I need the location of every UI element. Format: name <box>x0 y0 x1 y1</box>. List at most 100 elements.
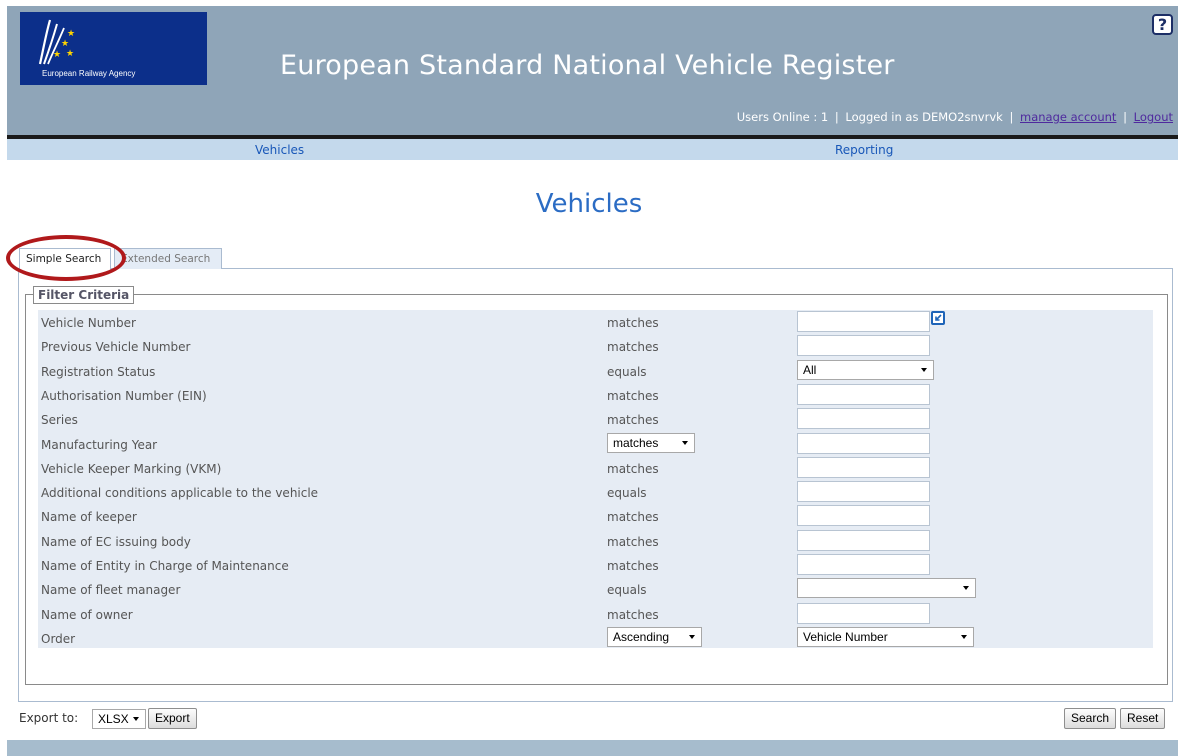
export-format-select[interactable]: XLSX <box>92 709 146 729</box>
order-direction-select[interactable]: Ascending <box>607 626 702 647</box>
logged-in-text: Logged in as DEMO2snvrvk <box>845 110 1003 124</box>
svg-text:★: ★ <box>61 39 69 49</box>
filter-row-previous-vehicle-number: Previous Vehicle Number matches <box>38 334 1153 358</box>
chevron-down-icon <box>963 586 969 591</box>
previous-vehicle-number-input[interactable] <box>797 335 930 357</box>
filter-operator: matches <box>607 388 659 403</box>
order-field-select[interactable]: Vehicle Number <box>797 626 974 647</box>
ec-issuing-body-input[interactable] <box>797 529 930 551</box>
series-input[interactable] <box>797 408 930 430</box>
user-status-bar: Users Online : 1 | Logged in as DEMO2snv… <box>737 110 1173 124</box>
ecm-input[interactable] <box>797 554 930 575</box>
name-of-owner-input[interactable] <box>797 602 930 624</box>
vehicle-number-input[interactable] <box>797 311 930 332</box>
export-label: Export to: <box>19 711 79 725</box>
filter-operator: matches <box>607 461 659 476</box>
footer-bar <box>7 740 1178 756</box>
select-value: Ascending <box>613 629 670 644</box>
header-banner: ★ ★ ★ ★ European Railway Agency European… <box>7 6 1178 135</box>
filter-row-vkm: Vehicle Keeper Marking (VKM) matches <box>38 456 1153 480</box>
filter-row-fleet-manager: Name of fleet manager equals <box>38 577 1153 601</box>
logo-caption: European Railway Agency <box>42 69 136 78</box>
filter-label: Authorisation Number (EIN) <box>41 388 207 403</box>
filter-criteria-table: Vehicle Number matches Previous Vehicle … <box>38 310 1153 648</box>
era-swoosh-icon: ★ ★ ★ ★ <box>38 19 75 65</box>
page-title: Vehicles <box>535 189 643 219</box>
filter-operator: matches <box>607 413 659 428</box>
filter-row-registration-status: Registration Status equals All <box>38 359 1153 383</box>
era-logo: ★ ★ ★ ★ European Railway Agency <box>20 12 207 85</box>
reset-button[interactable]: Reset <box>1120 708 1166 729</box>
svg-text:★: ★ <box>66 49 74 59</box>
manufacturing-year-operator-select[interactable]: matches <box>607 432 695 453</box>
search-button[interactable]: Search <box>1064 708 1117 729</box>
filter-label: Vehicle Number <box>41 316 136 330</box>
filter-row-vehicle-number: Vehicle Number matches <box>38 310 1153 334</box>
svg-text:★: ★ <box>53 50 61 60</box>
filter-label: Additional conditions applicable to the … <box>41 486 319 501</box>
filter-row-order: Order Ascending Vehicle Number <box>38 626 1153 650</box>
picker-icon[interactable] <box>931 311 945 325</box>
filter-row-ec-issuing-body: Name of EC issuing body matches <box>38 529 1153 553</box>
app-title: European Standard National Vehicle Regis… <box>280 50 895 81</box>
filter-label: Name of keeper <box>41 510 137 525</box>
filter-row-name-of-owner: Name of owner matches <box>38 602 1153 626</box>
fleet-manager-select[interactable] <box>797 578 976 599</box>
select-value: All <box>803 362 817 377</box>
filter-label: Previous Vehicle Number <box>41 340 191 355</box>
users-online-text: Users Online : 1 <box>736 110 829 124</box>
main-nav: Vehicles Reporting <box>7 135 1178 160</box>
filter-operator: matches <box>607 510 659 525</box>
filter-operator: matches <box>607 534 659 549</box>
select-value: Vehicle Number <box>803 629 888 644</box>
filter-label: Manufacturing Year <box>41 437 158 452</box>
filter-operator: equals <box>607 364 647 379</box>
filter-row-series: Series matches <box>38 407 1153 431</box>
filter-label: Series <box>41 413 78 428</box>
filter-operator: matches <box>607 607 659 622</box>
separator: | <box>834 110 839 124</box>
filter-legend: Filter Criteria <box>33 286 135 304</box>
filter-row-manufacturing-year: Manufacturing Year matches <box>38 432 1153 456</box>
svg-text:★: ★ <box>67 29 75 39</box>
vkm-input[interactable] <box>797 456 930 478</box>
chevron-down-icon <box>682 440 688 445</box>
filter-operator: matches <box>607 340 659 355</box>
filter-row-ecm: Name of Entity in Charge of Maintenance … <box>38 553 1153 577</box>
authorisation-number-input[interactable] <box>797 383 930 405</box>
chevron-down-icon <box>961 634 967 639</box>
tab-simple-search[interactable]: Simple Search <box>19 248 111 270</box>
filter-label: Name of EC issuing body <box>41 534 191 549</box>
nav-item-reporting[interactable]: Reporting <box>835 143 893 157</box>
registration-status-select[interactable]: All <box>797 359 934 380</box>
chevron-down-icon <box>133 717 139 721</box>
select-value: XLSX <box>98 712 129 726</box>
filter-row-name-of-keeper: Name of keeper matches <box>38 504 1153 528</box>
chevron-down-icon <box>689 634 695 639</box>
filter-operator: equals <box>607 583 647 598</box>
filter-row-authorisation-number: Authorisation Number (EIN) matches <box>38 383 1153 407</box>
filter-row-additional-conditions: Additional conditions applicable to the … <box>38 480 1153 504</box>
filter-label: Name of owner <box>41 607 133 622</box>
separator: | <box>1009 110 1014 124</box>
additional-conditions-input[interactable] <box>797 481 930 503</box>
name-of-keeper-input[interactable] <box>797 505 930 527</box>
manage-account-link[interactable]: manage account <box>1020 110 1116 124</box>
filter-operator: matches <box>607 559 659 573</box>
separator: | <box>1123 110 1127 124</box>
filter-label: Registration Status <box>41 364 156 379</box>
help-icon[interactable]: ? <box>1152 14 1173 35</box>
manufacturing-year-input[interactable] <box>797 432 930 454</box>
logout-link[interactable]: Logout <box>1134 110 1173 124</box>
nav-item-vehicles[interactable]: Vehicles <box>255 143 304 157</box>
tab-extended-search[interactable]: Extended Search <box>114 248 222 269</box>
filter-label: Name of Entity in Charge of Maintenance <box>41 559 289 573</box>
select-value: matches <box>613 435 659 450</box>
filter-label: Order <box>41 631 76 646</box>
filter-label: Name of fleet manager <box>41 583 181 598</box>
filter-operator: equals <box>607 486 647 501</box>
filter-operator: matches <box>607 316 659 330</box>
chevron-down-icon <box>921 367 927 372</box>
filter-label: Vehicle Keeper Marking (VKM) <box>41 461 222 476</box>
export-button[interactable]: Export <box>148 708 197 729</box>
